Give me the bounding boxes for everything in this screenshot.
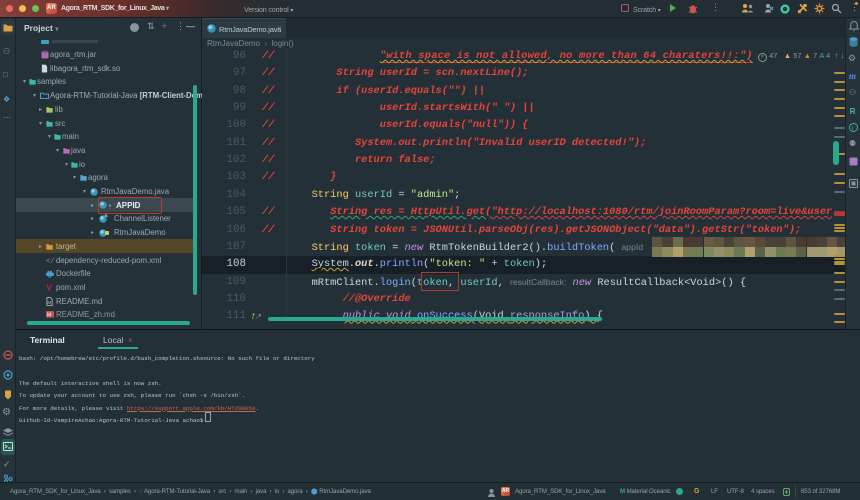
svg-text:i: i bbox=[852, 125, 853, 132]
svg-text:M: M bbox=[47, 312, 51, 318]
svg-text:</>: </> bbox=[46, 258, 54, 264]
svg-text:M: M bbox=[47, 300, 51, 306]
svg-text:V: V bbox=[47, 283, 53, 291]
